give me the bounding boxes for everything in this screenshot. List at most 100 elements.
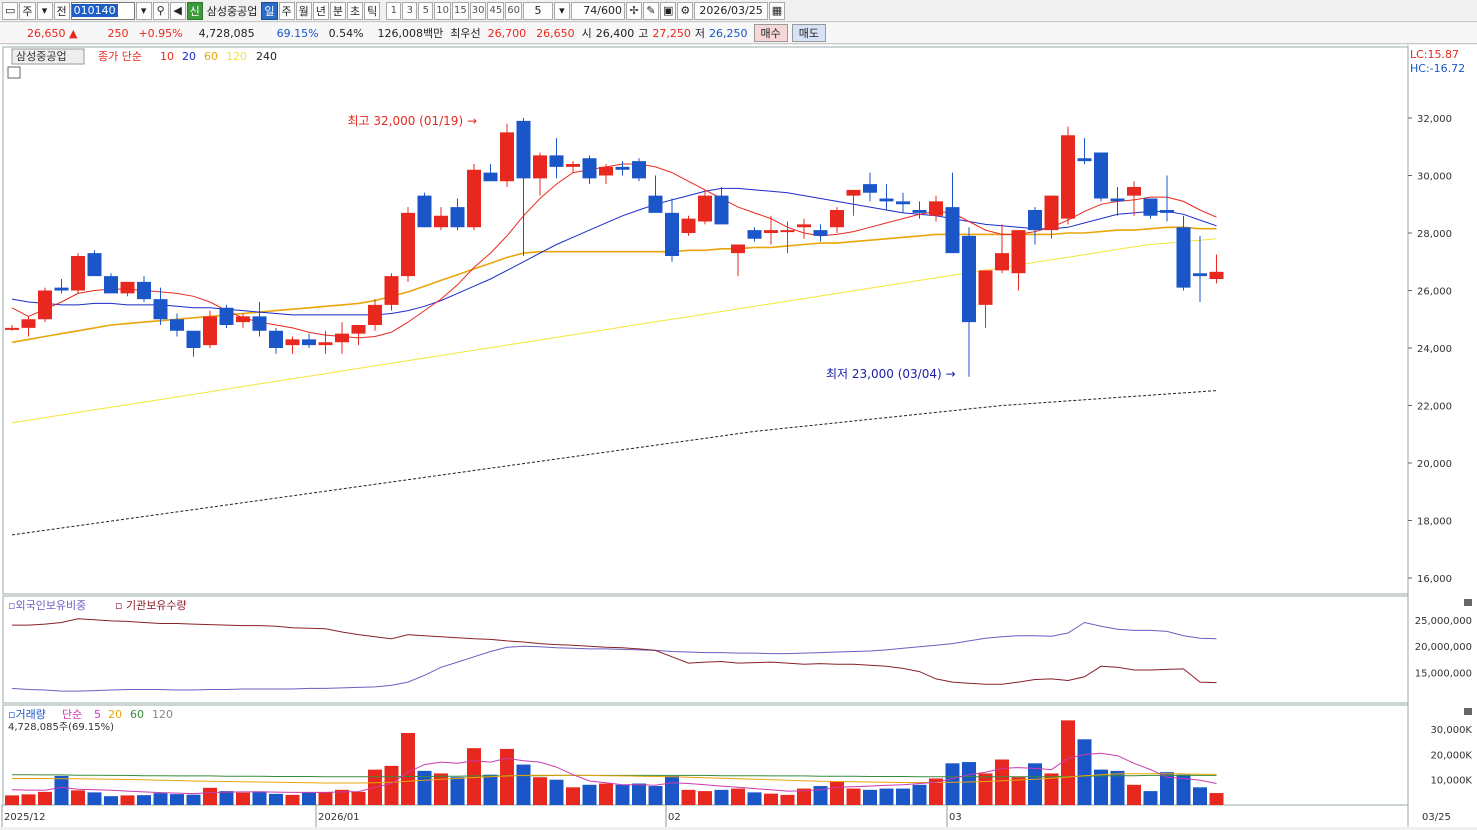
candle-body [1028, 210, 1042, 231]
interval-button-15[interactable]: 15 [452, 1, 469, 20]
volume-ma-20: 20 [108, 708, 122, 721]
volume-bar [1193, 787, 1207, 805]
candle-body [87, 253, 102, 277]
chart-area[interactable]: 32,000 30,000 28,000 26,000 24,000 22,000 20,0… [0, 45, 1477, 827]
crosshair-icon[interactable]: ✢ [625, 1, 642, 20]
count-box[interactable]: 74/600 [570, 1, 625, 20]
tab-period-주[interactable]: 주 [278, 1, 295, 20]
mode-select[interactable]: 전 [53, 1, 70, 20]
candle-body [1160, 210, 1174, 213]
interval-button-60[interactable]: 60 [505, 1, 522, 20]
search-icon[interactable]: ⚲ [152, 1, 169, 20]
volume-bar [54, 775, 69, 805]
volume-tick-label: 10,000K [1430, 776, 1472, 787]
gear-icon[interactable]: ⚙ [677, 1, 694, 20]
volume-bar [285, 794, 300, 805]
turnover: 0.54% [328, 26, 364, 40]
tab-period-초[interactable]: 초 [347, 1, 364, 20]
count-value: 74 [583, 4, 598, 17]
volume-bar [1209, 793, 1224, 805]
candle-body [186, 330, 201, 348]
date-value: 2026/03/25 [699, 4, 763, 17]
volume-bar [219, 791, 234, 805]
investor-panel [2, 595, 1409, 704]
chart-svg[interactable]: 32,000 30,000 28,000 26,000 24,000 22,000 20,0… [0, 45, 1477, 827]
chevron-down-icon[interactable]: ▾ [36, 1, 53, 20]
stock-name-label: 삼성중공업 [206, 4, 258, 18]
interval-button-3[interactable]: 3 [402, 1, 418, 20]
change: 250 [107, 26, 129, 40]
save-icon[interactable]: ▣ [659, 1, 677, 20]
interval-input[interactable]: 5 [522, 1, 553, 20]
chart-icon[interactable]: ▭ [2, 1, 19, 20]
volume-current: 4,728,085주(69.15%) [8, 722, 114, 733]
candle-body [978, 270, 993, 305]
candle-body [1094, 152, 1108, 199]
new-badge: 신 [186, 1, 203, 20]
market-select[interactable]: 주 [19, 1, 36, 20]
code-dropdown-icon[interactable]: ▾ [135, 1, 152, 20]
bid-label: 최우선 [450, 27, 481, 40]
volume-bar [1028, 763, 1042, 805]
volume-bar [863, 789, 877, 805]
candle-body [747, 230, 762, 239]
legend-ma-prefix: 종가 단순 [98, 50, 142, 63]
interval-button-5[interactable]: 5 [418, 1, 434, 20]
volume-bar [978, 773, 993, 805]
volume-ma-prefix: 단순 [62, 708, 82, 721]
tab-period-틱[interactable]: 틱 [364, 1, 381, 20]
period-tabs: 일주월년분초틱 [261, 1, 381, 20]
candle-body [566, 164, 580, 167]
interval-dropdown-icon[interactable]: ▾ [553, 1, 570, 20]
tab-period-년[interactable]: 년 [312, 1, 329, 20]
volume-bar [186, 794, 201, 805]
volume-bar [714, 789, 729, 805]
volume-bar [1143, 791, 1158, 805]
tab-period-일[interactable]: 일 [261, 1, 278, 20]
tab-period-분[interactable]: 분 [329, 1, 347, 20]
calendar-icon[interactable]: ▦ [768, 1, 786, 20]
tools-icon[interactable]: ✎ [642, 1, 659, 20]
mode-label: 전 [56, 4, 67, 18]
volume-ma-5: 5 [94, 708, 101, 721]
volume-ma-120: 120 [152, 708, 173, 721]
new-badge-label: 신 [189, 4, 200, 18]
candle-body [318, 342, 333, 346]
candle-body [335, 333, 349, 343]
hc-value: HC:-16.72 [1410, 62, 1465, 75]
candle-body [599, 166, 613, 176]
speaker-icon[interactable]: ◀ [169, 1, 186, 20]
candle-body [813, 230, 828, 236]
code-input[interactable]: 010140 [70, 1, 135, 20]
volume-bar [533, 777, 547, 805]
volume-bar [698, 791, 712, 805]
candle-body [401, 212, 415, 277]
candle-body [945, 207, 960, 254]
interval-button-1[interactable]: 1 [386, 1, 402, 20]
legend-ma-120: 120 [226, 50, 247, 63]
volume-bar [945, 763, 960, 805]
interval-buttons: 1 3 5 10 15 30 45 60 [386, 1, 522, 20]
candle-body [1193, 273, 1207, 277]
high-price: 27,250 [652, 26, 691, 40]
volume-bar [615, 784, 630, 805]
interval-button-10[interactable]: 10 [434, 1, 451, 20]
high-label: 고 [638, 27, 649, 40]
up-arrow-icon: ▲ [69, 26, 78, 40]
interval-button-45[interactable]: 45 [487, 1, 505, 20]
candle-body [714, 195, 729, 225]
candle-body [797, 224, 811, 228]
x-tick-label: 03 [949, 812, 962, 823]
candle-body [450, 207, 465, 228]
volume-bar [351, 791, 366, 805]
date-input[interactable]: 2026/03/25 [694, 1, 768, 20]
tab-period-월[interactable]: 월 [295, 1, 312, 20]
candle-body [912, 210, 927, 213]
buy-button[interactable]: 매수 [753, 24, 788, 42]
market-label: 주 [22, 4, 33, 18]
sell-button[interactable]: 매도 [791, 24, 827, 42]
volume-bar [153, 793, 168, 805]
interval-button-30[interactable]: 30 [469, 1, 487, 20]
volume-bar [549, 779, 564, 805]
candle-body [1143, 198, 1158, 216]
